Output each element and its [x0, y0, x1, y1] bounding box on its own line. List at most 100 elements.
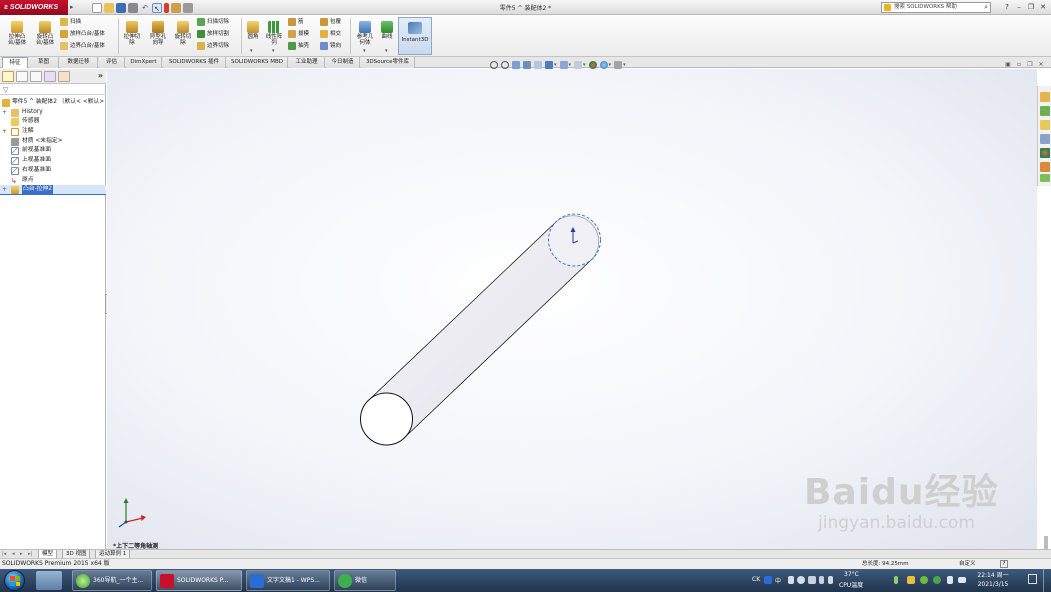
next-tab-icon[interactable]: ▸: [20, 550, 23, 558]
tree-root[interactable]: 零件5 ^ 装配体2 （默认< <默认>: [0, 98, 106, 108]
section-view-icon[interactable]: [523, 61, 531, 69]
tree-item-sensors[interactable]: 传感器: [0, 117, 106, 127]
feature-manager-tab-icon[interactable]: [2, 71, 14, 82]
fillet-dropdown-icon[interactable]: ▾: [250, 48, 253, 54]
display-manager-tab-icon[interactable]: [58, 71, 70, 82]
reference-geometry-dropdown-icon[interactable]: ▾: [363, 48, 366, 54]
3dsource-icon[interactable]: [1040, 174, 1050, 182]
taskbar-clock[interactable]: 22:14 周一 2021/3/15: [973, 571, 1013, 589]
expand-icon[interactable]: +: [2, 108, 7, 118]
dropdown-arrow-icon[interactable]: ▾: [569, 62, 572, 68]
wrap-button[interactable]: 包覆: [320, 18, 341, 26]
ime-icon[interactable]: [764, 576, 772, 584]
volume-icon[interactable]: [947, 576, 953, 584]
zoom-to-area-icon[interactable]: [501, 61, 509, 69]
curves-button[interactable]: 曲线: [378, 21, 396, 40]
appearances-icon[interactable]: [1040, 148, 1050, 158]
dropdown-arrow-icon[interactable]: ▾: [554, 62, 557, 68]
tree-item-right-plane[interactable]: 右视基准面: [0, 166, 106, 176]
solidworks-resources-icon[interactable]: [1040, 92, 1050, 102]
tree-item-origin[interactable]: ↳ 原点: [0, 176, 106, 186]
taskbar-app-solidworks[interactable]: SOLIDWORKS P...: [156, 570, 242, 591]
prev-tab-icon[interactable]: ◂: [12, 550, 15, 558]
sweep-button[interactable]: 扫描: [60, 18, 81, 26]
custom-properties-icon[interactable]: [1040, 162, 1050, 172]
ime-settings-icon[interactable]: [797, 576, 805, 584]
tab-3dsource-library[interactable]: 3DSource零件库: [361, 57, 415, 68]
linear-pattern-button[interactable]: 线性阵 列: [263, 21, 285, 46]
boundary-boss-button[interactable]: 边界凸台/基体: [60, 42, 105, 50]
extrude-boss-button[interactable]: 拉伸凸 台/基体: [4, 21, 30, 46]
expand-icon[interactable]: +: [2, 185, 7, 195]
expand-chevron-icon[interactable]: »: [98, 71, 103, 80]
tile-icon[interactable]: ▣: [1004, 61, 1012, 69]
restore-icon[interactable]: ❐: [1026, 2, 1036, 12]
hole-wizard-button[interactable]: 异型孔 向导: [146, 21, 170, 46]
input-language-indicator[interactable]: CK: [752, 576, 760, 583]
view-settings-icon[interactable]: [614, 61, 623, 69]
notifications-icon[interactable]: [1028, 574, 1037, 584]
tab-features[interactable]: 特征: [2, 57, 28, 68]
graphics-area[interactable]: *上下二等角轴测 Baidu经验 jingyan.baidu.com: [107, 69, 1037, 549]
tree-item-front-plane[interactable]: 前视基准面: [0, 146, 106, 156]
dimxpert-manager-tab-icon[interactable]: [44, 71, 56, 82]
close-icon[interactable]: ✕: [1037, 61, 1045, 69]
tree-item-boss-extrude[interactable]: + 凸台-拉伸2: [0, 185, 106, 195]
design-library-icon[interactable]: [1040, 106, 1050, 116]
extrude-cut-button[interactable]: 拉伸切 除: [120, 21, 144, 46]
revolve-cut-button[interactable]: 旋转切 除: [171, 21, 195, 46]
tree-item-top-plane[interactable]: 上视基准面: [0, 156, 106, 166]
start-button[interactable]: [4, 570, 25, 591]
status-help-button[interactable]: ?: [1000, 560, 1008, 568]
taskbar-app-wps[interactable]: 文字文稿1 - WPS...: [246, 570, 330, 591]
close-icon[interactable]: ✕: [1038, 2, 1048, 12]
rib-button[interactable]: 筋: [288, 18, 304, 26]
search-icon[interactable]: ⌕: [984, 3, 988, 12]
360-tray-icon[interactable]: [920, 576, 928, 584]
cylinder-top-face-selected[interactable]: [548, 213, 601, 267]
loft-boss-button[interactable]: 放样凸台/基体: [60, 30, 105, 38]
curves-dropdown-icon[interactable]: ▾: [385, 48, 388, 54]
battery-icon[interactable]: [958, 577, 966, 583]
dynamic-annotation-icon[interactable]: [534, 61, 542, 69]
display-style-icon[interactable]: [559, 61, 568, 69]
file-explorer-icon[interactable]: [1040, 120, 1050, 130]
configuration-manager-tab-icon[interactable]: [30, 71, 42, 82]
view-orientation-icon[interactable]: [545, 61, 553, 69]
security-icon[interactable]: [907, 576, 915, 584]
property-manager-tab-icon[interactable]: [16, 71, 28, 82]
expand-icon[interactable]: +: [2, 127, 7, 137]
tab-manufacturing-today[interactable]: 今日制造: [326, 57, 360, 68]
ime-mode-indicator[interactable]: 中: [775, 576, 781, 585]
dropdown-arrow-icon[interactable]: ▾: [609, 62, 612, 68]
taskbar-app-wechat[interactable]: 微信: [334, 570, 396, 591]
minimize-icon[interactable]: –: [1014, 2, 1024, 12]
tab-evaluate[interactable]: 评估: [99, 57, 125, 68]
tab-solidworks-mbd[interactable]: SOLIDWORKS MBD: [227, 57, 288, 68]
tree-item-material[interactable]: 材质 <未指定>: [0, 137, 106, 147]
tree-filter[interactable]: ▽: [0, 85, 106, 95]
draft-button[interactable]: 拔模: [288, 30, 309, 38]
shell-button[interactable]: 抽壳: [288, 42, 309, 50]
lofted-cut-button[interactable]: 放样切割: [197, 30, 229, 38]
network-icon[interactable]: [894, 576, 898, 584]
help-search-input[interactable]: 搜索 SOLIDWORKS 帮助 ⌕: [881, 2, 991, 13]
fillet-button[interactable]: 圆角: [244, 21, 262, 40]
wechat-tray-icon[interactable]: [933, 576, 941, 584]
zoom-to-fit-icon[interactable]: [490, 61, 498, 69]
mirror-button[interactable]: 镜向: [320, 42, 341, 50]
tray-misc-icon[interactable]: [828, 576, 833, 584]
previous-view-icon[interactable]: [512, 61, 520, 69]
tab-dimxpert[interactable]: DimXpert: [126, 57, 162, 68]
ime-punctuation-icon[interactable]: [788, 576, 794, 584]
edit-appearance-icon[interactable]: [588, 61, 597, 69]
dropdown-arrow-icon[interactable]: ▾: [583, 62, 586, 68]
pinned-app-icon[interactable]: [36, 571, 62, 590]
swept-cut-button[interactable]: 扫描切除: [197, 18, 229, 26]
hide-show-items-icon[interactable]: [574, 61, 583, 69]
tab-sketch[interactable]: 草图: [29, 57, 59, 68]
first-tab-icon[interactable]: |◂: [2, 550, 6, 558]
tab-industrial-assistant[interactable]: 工业助理: [289, 57, 325, 68]
revolve-boss-button[interactable]: 旋转凸 台/基体: [32, 21, 58, 46]
reference-geometry-button[interactable]: 参考几 何体: [353, 21, 377, 46]
